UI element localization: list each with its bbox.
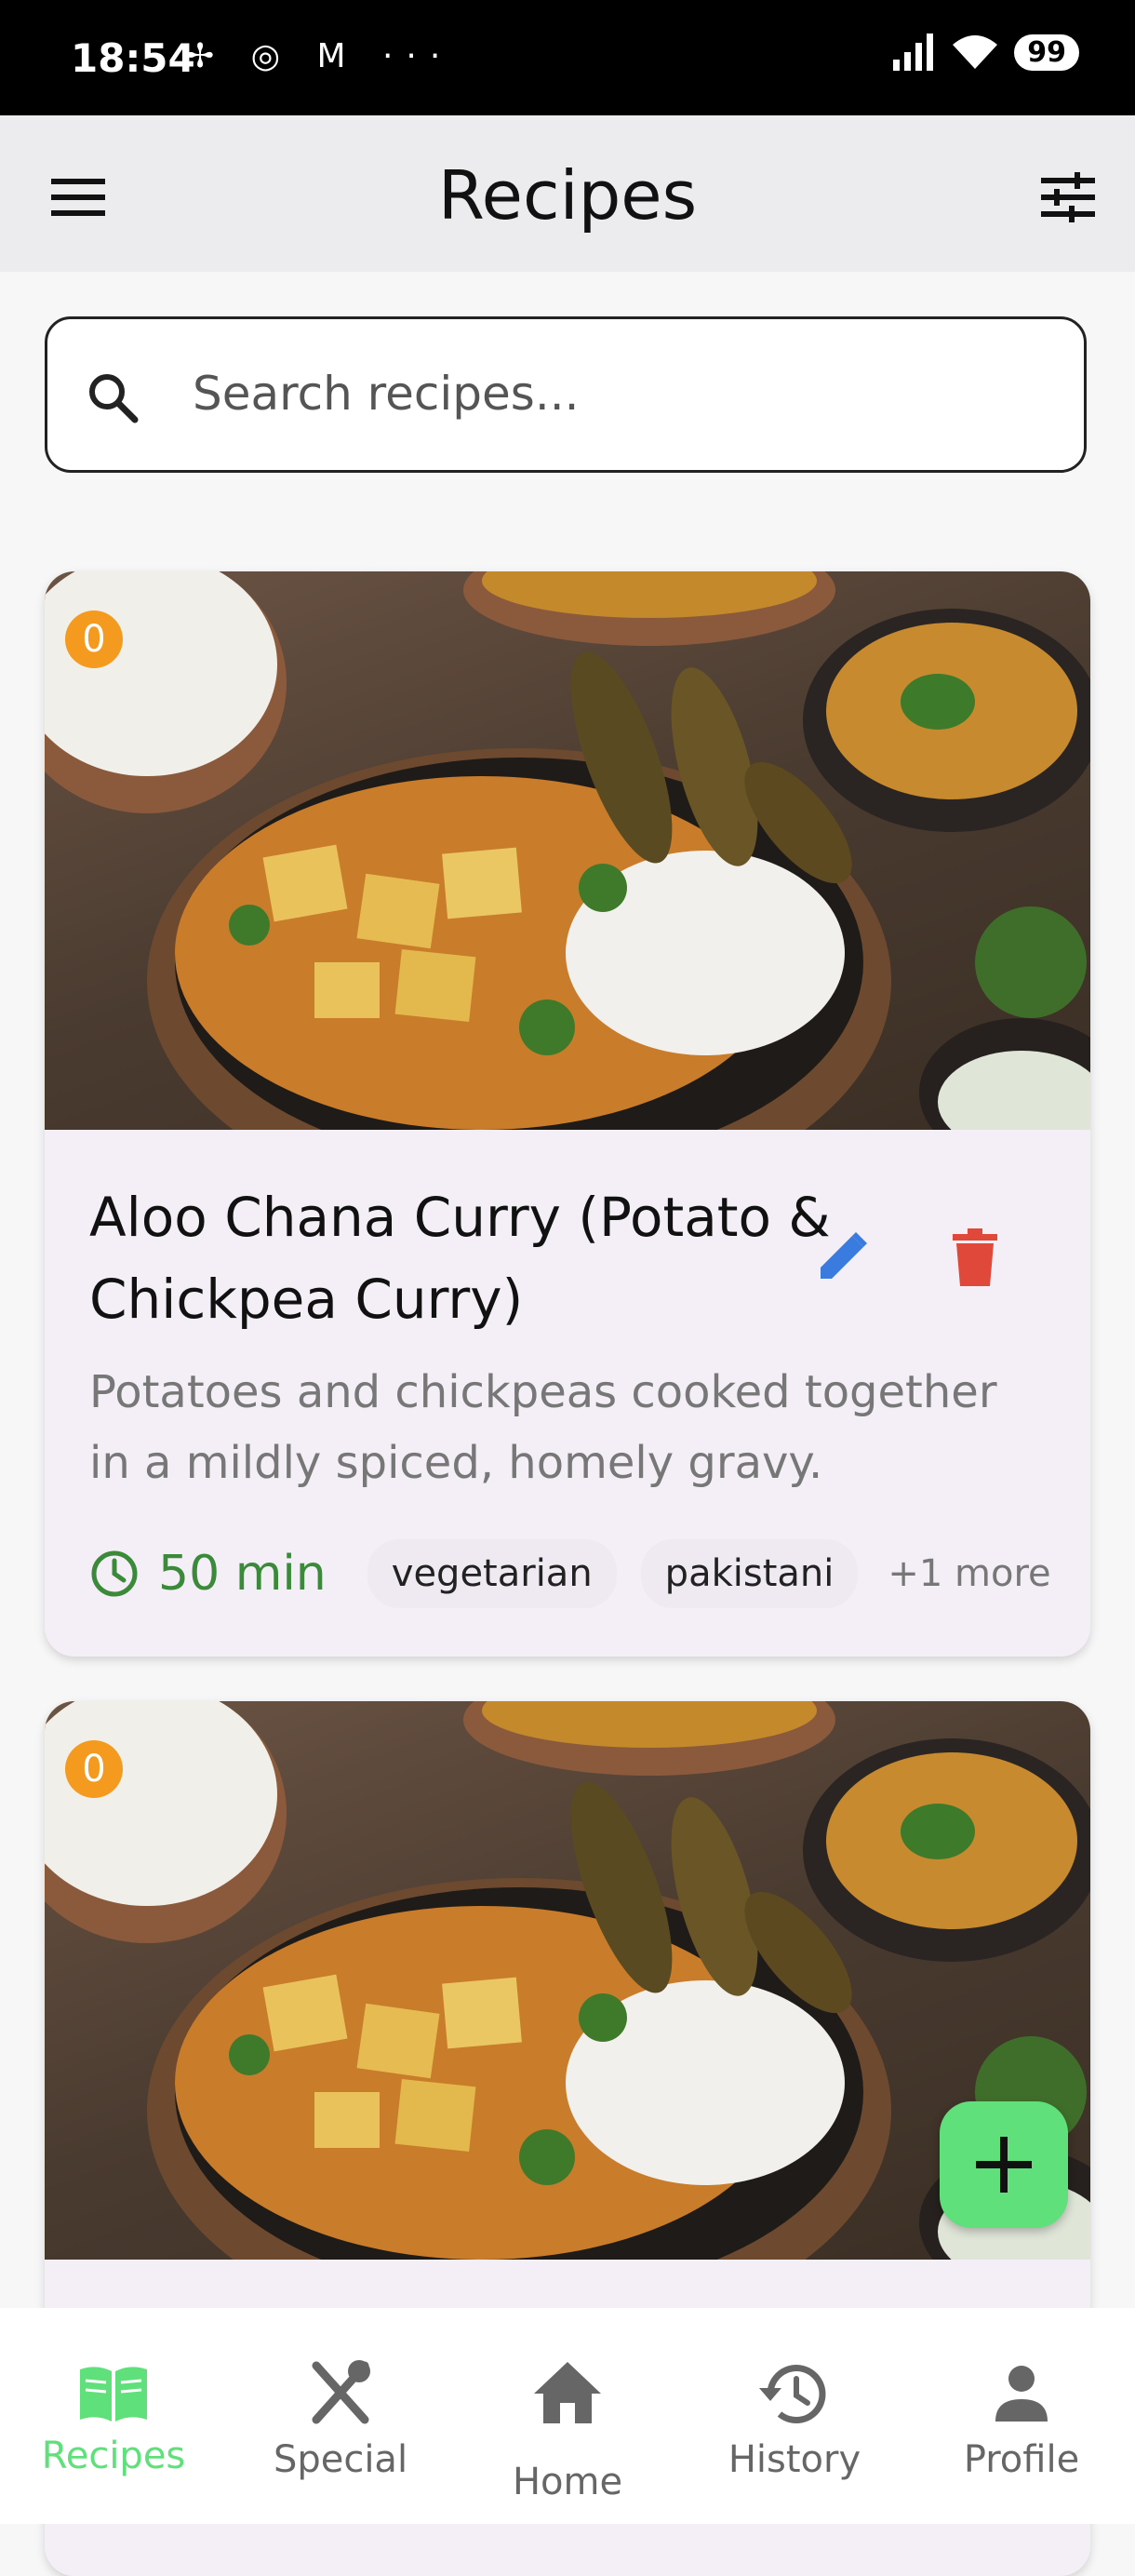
recipe-description: Potatoes and chickpeas cooked together i… (89, 1366, 997, 1489)
recipe-badge: 0 (65, 610, 123, 668)
recipe-image: 0 (45, 571, 1090, 1130)
book-icon (80, 2367, 147, 2422)
recipe-title: Aloo Chana Curry (Potato & Chickpea Curr… (89, 1186, 831, 1331)
recipe-image: 0 (45, 1701, 1090, 2260)
home-icon (534, 2362, 601, 2423)
more-tags: +1 more (888, 1552, 1051, 1595)
nav-label: Profile (963, 2438, 1080, 2481)
clock-icon (91, 1550, 138, 1597)
delete-icon[interactable] (953, 1228, 1012, 1288)
edit-icon[interactable] (815, 1228, 875, 1288)
status-right: 99 (891, 34, 1079, 71)
nav-item-special[interactable]: Special (227, 2308, 454, 2524)
search-input[interactable] (191, 366, 1032, 422)
add-recipe-button[interactable] (940, 2101, 1068, 2228)
status-bar: 18:54 ✢ ◎ M ··· 99 (0, 0, 1135, 115)
nav-label: Home (512, 2461, 623, 2503)
utensils-icon (312, 2360, 370, 2424)
nav-item-history[interactable]: History (681, 2308, 908, 2524)
plus-icon (976, 2137, 1032, 2193)
nav-item-home[interactable]: Home (454, 2308, 681, 2524)
app-bar: Recipes (0, 115, 1135, 272)
notification-icons: ✢ ◎ M ··· (186, 37, 454, 75)
tune-icon[interactable] (1038, 168, 1098, 227)
nav-item-recipes[interactable]: Recipes (0, 2308, 227, 2524)
bottom-navigation: Recipes Special Home History Profile (0, 2308, 1135, 2524)
search-icon (89, 374, 139, 423)
cook-time: 50 min (158, 1546, 327, 1602)
signal-icon (893, 34, 934, 71)
search-bar[interactable] (45, 316, 1087, 473)
recipe-card[interactable]: 0 Aloo Chana Curry (Potato & Chickpea Cu… (45, 571, 1090, 1657)
person-icon (995, 2366, 1048, 2422)
recipe-meta: 50 min vegetarian pakistani +1 more (89, 1539, 1051, 1608)
tag-chip[interactable]: vegetarian (367, 1539, 617, 1608)
status-time: 18:54 (71, 35, 195, 81)
history-icon (759, 2365, 826, 2423)
nav-label: Recipes (41, 2435, 186, 2477)
nav-label: History (728, 2438, 861, 2481)
recipe-badge: 0 (65, 1740, 123, 1798)
wifi-icon (953, 35, 998, 69)
battery-indicator: 99 (1014, 34, 1079, 71)
tag-chip[interactable]: pakistani (640, 1539, 859, 1608)
nav-item-profile[interactable]: Profile (908, 2308, 1135, 2524)
nav-label: Special (273, 2438, 408, 2481)
page-title: Recipes (437, 156, 698, 235)
